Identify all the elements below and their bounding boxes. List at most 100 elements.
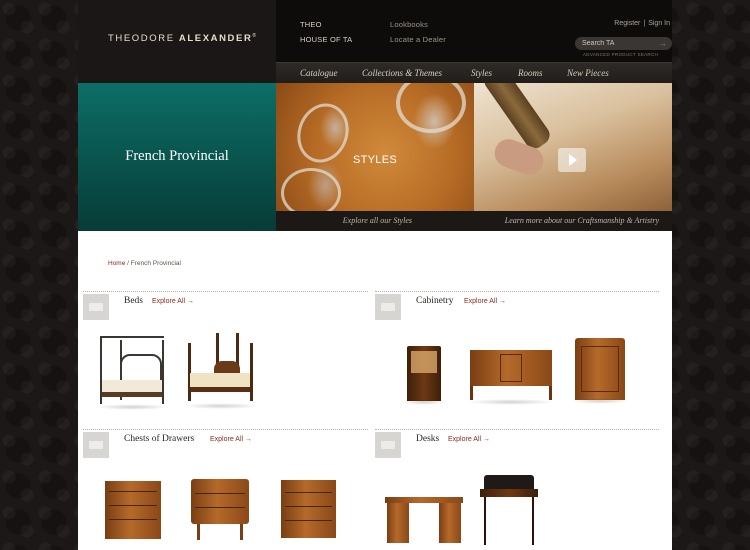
product-pedestal-desk[interactable] bbox=[385, 497, 463, 545]
arrow-right-icon: → bbox=[483, 436, 491, 443]
product-shadow bbox=[95, 404, 170, 410]
account-links: Register | Sign In bbox=[614, 20, 670, 27]
arrow-right-icon: → bbox=[499, 298, 507, 305]
beds-explore-all-link[interactable]: Explore All → bbox=[152, 298, 194, 305]
product-writing-desk[interactable] bbox=[478, 475, 540, 547]
nav-rooms[interactable]: Rooms bbox=[518, 68, 543, 78]
drawer-line bbox=[109, 505, 157, 506]
chests-explore-all-link[interactable]: Explore All → bbox=[210, 436, 252, 443]
category-title: Chests of Drawers bbox=[124, 434, 195, 444]
beds-category-icon[interactable] bbox=[83, 294, 109, 320]
bedspread bbox=[190, 373, 250, 387]
explore-all-label: Explore All bbox=[210, 436, 244, 443]
divider bbox=[83, 291, 368, 292]
canopy-rail bbox=[100, 336, 164, 338]
hero-banner: French Provincial STYLES Explore all our… bbox=[78, 83, 672, 231]
leg bbox=[240, 524, 243, 540]
headboard-scroll bbox=[120, 354, 162, 382]
signin-link[interactable]: Sign In bbox=[648, 20, 670, 27]
logo-area[interactable]: THEODORE ALEXANDER® bbox=[78, 0, 276, 83]
nav-catalogue[interactable]: Catalogue bbox=[300, 68, 338, 78]
product-armoire[interactable] bbox=[575, 338, 625, 400]
play-icon[interactable] bbox=[558, 148, 586, 172]
craftsmanship-video-image[interactable] bbox=[474, 83, 672, 211]
leg bbox=[470, 386, 473, 400]
explore-all-label: Explore All bbox=[448, 436, 482, 443]
hero-title-panel: French Provincial bbox=[78, 83, 276, 231]
drawer-line bbox=[109, 491, 157, 492]
breadcrumb-current: French Provincial bbox=[130, 260, 181, 267]
leg bbox=[549, 386, 552, 400]
page-title: French Provincial bbox=[125, 148, 229, 164]
cabinet-door bbox=[581, 346, 619, 392]
cabinetry-category-icon[interactable] bbox=[375, 294, 401, 320]
drawer-line bbox=[285, 506, 332, 507]
top-link-house-of-ta[interactable]: HOUSE OF TA bbox=[300, 35, 352, 44]
divider bbox=[375, 429, 659, 430]
top-link-locate-dealer[interactable]: Locate a Dealer bbox=[390, 35, 446, 44]
category-title: Beds bbox=[124, 296, 143, 306]
desks-category-icon[interactable] bbox=[375, 432, 401, 458]
drawer-line bbox=[195, 507, 245, 508]
cabinetry-explore-all-link[interactable]: Explore All → bbox=[464, 298, 506, 305]
category-title: Desks bbox=[416, 434, 440, 444]
leg bbox=[197, 524, 200, 540]
bed-post bbox=[188, 343, 191, 401]
craftsmanship-caption[interactable]: Learn more about our Craftsmanship & Art… bbox=[474, 211, 672, 231]
category-beds: Beds Explore All → bbox=[83, 291, 368, 421]
product-display-cabinet[interactable] bbox=[407, 346, 441, 401]
bed-frame bbox=[190, 387, 250, 392]
nav-styles[interactable]: Styles bbox=[471, 68, 492, 78]
styles-banner-image[interactable]: STYLES bbox=[276, 83, 474, 211]
category-desks: Desks Explore All → bbox=[375, 429, 659, 550]
leg bbox=[532, 497, 534, 545]
mattress bbox=[102, 380, 162, 392]
brand-logo[interactable]: THEODORE ALEXANDER® bbox=[108, 33, 258, 44]
top-link-lookbooks[interactable]: Lookbooks bbox=[390, 20, 428, 29]
drawer-line bbox=[195, 493, 245, 494]
top-link-theo[interactable]: THEO bbox=[300, 20, 322, 29]
drawer-line bbox=[285, 520, 332, 521]
desk-pedestal bbox=[387, 503, 409, 543]
product-bombe-commode[interactable] bbox=[191, 479, 249, 540]
product-chest-of-drawers[interactable] bbox=[105, 481, 161, 539]
category-cabinetry: Cabinetry Explore All → bbox=[375, 291, 659, 421]
cabinet-door bbox=[500, 354, 522, 382]
product-shadow bbox=[467, 399, 555, 405]
explore-all-label: Explore All bbox=[152, 298, 186, 305]
chests-category-icon[interactable] bbox=[83, 432, 109, 458]
drawer-line bbox=[285, 492, 332, 493]
ornament-swirl bbox=[281, 168, 341, 211]
main-nav: Catalogue Collections & Themes Styles Ro… bbox=[276, 62, 672, 83]
register-link[interactable]: Register bbox=[614, 20, 640, 27]
category-title: Cabinetry bbox=[416, 296, 454, 306]
nav-new-pieces[interactable]: New Pieces bbox=[567, 68, 609, 78]
product-shadow bbox=[403, 399, 445, 405]
product-sideboard[interactable] bbox=[470, 350, 552, 400]
advanced-search-link[interactable]: ADVANCED PRODUCT SEARCH bbox=[583, 52, 658, 57]
divider bbox=[375, 291, 659, 292]
breadcrumb-home[interactable]: Home bbox=[108, 260, 125, 267]
breadcrumb: Home / French Provincial bbox=[108, 260, 181, 267]
desk-pedestal bbox=[439, 503, 461, 543]
divider bbox=[83, 429, 368, 430]
search-input[interactable] bbox=[582, 38, 654, 49]
page: THEODORE ALEXANDER® THEO HOUSE OF TA Loo… bbox=[78, 0, 672, 550]
desks-explore-all-link[interactable]: Explore All → bbox=[448, 436, 490, 443]
arrow-right-icon: → bbox=[187, 298, 195, 305]
drawer-line bbox=[109, 519, 157, 520]
product-serpentine-chest[interactable] bbox=[281, 480, 336, 538]
bed-frame bbox=[102, 392, 162, 397]
bed-post bbox=[162, 340, 164, 404]
product-shadow bbox=[571, 398, 629, 404]
main-content: Home / French Provincial Beds Explore Al… bbox=[78, 231, 672, 550]
nav-collections-themes[interactable]: Collections & Themes bbox=[362, 68, 442, 78]
desk-gallery bbox=[484, 475, 534, 489]
registered-mark: ® bbox=[252, 33, 258, 39]
product-iron-canopy-bed[interactable] bbox=[98, 336, 166, 406]
styles-caption[interactable]: Explore all our Styles bbox=[276, 211, 474, 231]
product-four-poster-bed[interactable] bbox=[186, 333, 256, 405]
search-submit-icon[interactable]: → bbox=[659, 37, 667, 50]
category-chests-of-drawers: Chests of Drawers Explore All → bbox=[83, 429, 368, 550]
brand-name-bold: ALEXANDER bbox=[178, 33, 253, 45]
